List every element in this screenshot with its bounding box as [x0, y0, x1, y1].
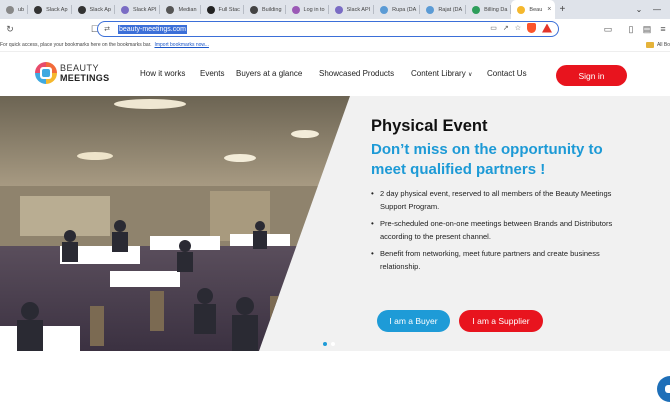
brave-shield-icon[interactable] [527, 23, 536, 33]
browser-tab-strip: ub Slack Ap Slack Ap Slack API Median Full St… [0, 0, 670, 19]
bookmarks-hint: For quick access, place your bookmarks h… [0, 42, 152, 48]
nav-events[interactable]: Events [200, 69, 224, 78]
nav-content-library[interactable]: Content Library ∨ [411, 69, 472, 78]
slider-dot-2[interactable] [331, 342, 335, 346]
sidebar-icon[interactable]: ▯ [624, 22, 638, 36]
tab-favicon-icon [380, 5, 389, 14]
tab-label: Billing Da [484, 6, 508, 13]
tab-favicon-icon [34, 5, 43, 14]
tab-favicon-icon [206, 5, 215, 14]
tab-favicon-icon [472, 5, 481, 14]
close-tab-icon[interactable]: × [547, 6, 551, 13]
tab-label: Building [261, 6, 282, 13]
folder-icon [645, 42, 654, 48]
tab-favicon-icon [166, 5, 175, 14]
tab-favicon-icon [77, 5, 86, 14]
chat-bubble-icon [665, 385, 670, 393]
tab-search-icon[interactable]: ⌄ [630, 5, 648, 14]
nav-content-library-label: Content Library [411, 69, 466, 78]
sign-in-button[interactable]: Sign in [556, 65, 627, 86]
browser-tab[interactable]: Rajat (DA [420, 0, 467, 19]
nav-showcased-products[interactable]: Showcased Products [319, 69, 394, 78]
hero-subtitle: Don’t miss on the opportunity to meet qu… [371, 141, 603, 178]
tab-label: Slack Ap [46, 6, 68, 13]
tab-favicon-icon [291, 5, 300, 14]
slider-dot-1[interactable] [323, 342, 327, 346]
site-info-icon[interactable]: ⇄ [100, 25, 114, 33]
browser-tab[interactable]: Building [244, 0, 286, 19]
browser-tab[interactable]: Slack API [115, 0, 161, 19]
hero-bullet: Pre-scheduled one-on-one meetings betwee… [371, 217, 616, 243]
all-bookmarks-label: All Bo [656, 42, 670, 48]
browser-tab[interactable]: Slack Ap [28, 0, 72, 19]
tab-label: Beau [529, 6, 543, 13]
logo-line1: BEAUTY [60, 63, 100, 73]
slider-dots [323, 342, 335, 346]
tab-label: Slack Ap [89, 6, 111, 13]
extensions-icon[interactable]: ▤ [640, 22, 654, 36]
menu-icon[interactable]: ≡ [656, 22, 670, 36]
browser-tab[interactable]: Slack Ap [72, 0, 115, 19]
tab-label: ub [18, 6, 25, 13]
nav-contact-us[interactable]: Contact Us [487, 69, 527, 78]
site-header: BEAUTY MEETINGS How it works Events Buye… [0, 51, 670, 96]
import-bookmarks-link[interactable]: Import bookmarks now... [154, 42, 208, 48]
hero-bullet: Benefit from networking, meet future par… [371, 247, 616, 273]
site-logo[interactable]: BEAUTY MEETINGS [35, 62, 109, 84]
browser-tab[interactable]: Slack API [329, 0, 375, 19]
i-am-a-buyer-button[interactable]: I am a Buyer [377, 310, 450, 332]
bookmarks-bar: For quick access, place your bookmarks h… [0, 39, 670, 51]
browser-tab[interactable]: Billing Da [466, 0, 512, 19]
minimize-icon[interactable]: — [648, 5, 666, 14]
tab-label: Rajat (DA [438, 6, 463, 13]
logo-mark-icon [35, 62, 57, 84]
hero-slider: Physical Event Don’t miss on the opportu… [0, 96, 670, 351]
window-controls: ⌄ — [626, 0, 670, 19]
tab-label: Rupa (DA [392, 6, 417, 13]
install-icon[interactable]: ▭ [490, 24, 497, 32]
nav-how-it-works[interactable]: How it works [140, 69, 185, 78]
browser-tab[interactable]: Full Stac [201, 0, 244, 19]
address-bar[interactable]: ⇄ beauty-meetings.com ▭ ↗ ☆ [97, 21, 559, 37]
tab-favicon-icon [426, 5, 435, 14]
tab-favicon-icon [120, 5, 129, 14]
brave-rewards-icon[interactable] [542, 23, 552, 33]
browser-tab[interactable]: Log in to [286, 0, 329, 19]
reload-icon[interactable]: ↻ [3, 22, 17, 36]
tab-label: Median [178, 6, 197, 13]
tab-favicon-icon [334, 5, 343, 14]
chevron-down-icon: ∨ [467, 72, 473, 78]
hero-bullet: 2 day physical event, reserved to all me… [371, 187, 616, 213]
tab-favicon-icon [6, 5, 14, 14]
i-am-a-supplier-button[interactable]: I am a Supplier [459, 310, 543, 332]
url-text[interactable]: beauty-meetings.com [118, 24, 187, 34]
tab-label: Full Stac [218, 6, 240, 13]
all-bookmarks-button[interactable]: All Bo [645, 42, 670, 48]
new-tab-button[interactable]: + [555, 4, 569, 15]
cast-icon[interactable]: ▭ [601, 22, 615, 36]
chat-widget-button[interactable] [657, 376, 670, 402]
tab-favicon-icon [249, 5, 258, 14]
hero-bullets: 2 day physical event, reserved to all me… [371, 187, 616, 273]
browser-tab[interactable]: ub [0, 0, 29, 19]
logo-line2: MEETINGS [60, 73, 110, 83]
tab-label: Log in to [303, 6, 325, 13]
browser-tab[interactable]: Rupa (DA [374, 0, 421, 19]
nav-buyers[interactable]: Buyers at a glance [236, 69, 302, 78]
browser-tab[interactable]: Median [160, 0, 201, 19]
star-icon[interactable]: ☆ [515, 24, 521, 32]
tab-label: Slack API [132, 6, 157, 13]
tab-label: Slack API [346, 6, 371, 13]
tab-favicon-icon [517, 5, 526, 14]
browser-tab[interactable]: Beau × [511, 0, 556, 19]
share-icon[interactable]: ↗ [503, 24, 509, 32]
event-photo [0, 96, 350, 351]
hero-title: Physical Event [371, 117, 488, 135]
